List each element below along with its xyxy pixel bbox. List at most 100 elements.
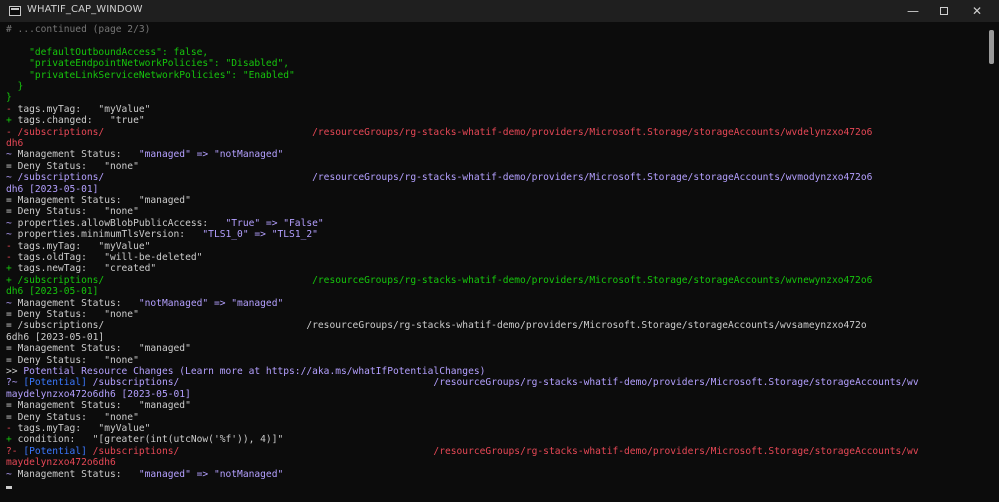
terminal-line: - tags.myTag: "myValue" [6,241,150,252]
terminal-text-segment: dh6 [2023-05-01] [6,183,99,195]
terminal-output[interactable]: # ...continued (page 2/3) "defaultOutbou… [0,22,985,502]
terminal-text-segment: "managed" => "notManaged" [138,149,284,161]
terminal-line: = Deny Status: "none" [6,161,139,172]
terminal-line: ~ properties.allowBlobPublicAccess: "Tru… [6,218,324,229]
terminal-text-segment: maydelynzxo472o6dh6 [6,457,116,469]
terminal-line: "defaultOutboundAccess": false, [6,47,208,58]
terminal-text-segment: /subscriptions/ /resourceGroups/rg-stack… [86,377,919,389]
maximize-button[interactable] [927,0,961,22]
terminal-text-segment: Deny Status: "none" [17,354,139,366]
terminal-text-segment: Management Status: [17,468,139,480]
terminal-text-segment: - [6,103,18,115]
terminal-text-segment: [Potential] [23,377,87,389]
terminal-text-segment: } [6,92,12,104]
terminal-text-segment: Management Status: [17,297,139,309]
terminal-text-segment: Management Status: "managed" [17,400,191,412]
terminal-line: + /subscriptions/ /resourceGroups/rg-sta… [6,275,872,286]
terminal-text-segment: + [6,434,18,446]
terminal-text-segment: dh6 [6,138,24,149]
terminal-text-segment: "managed" => "notManaged" [138,468,284,480]
terminal-line: ~ /subscriptions/ /resourceGroups/rg-sta… [6,172,872,183]
terminal-text-segment: /subscriptions/ /resourceGroups/rg-stack… [86,445,919,457]
terminal-text-segment: Deny Status: "none" [17,160,139,172]
terminal-line: - tags.myTag: "myValue" [6,423,150,434]
terminal-text-segment: # ...continued (page 2/3) [6,24,151,35]
terminal-text-segment: = [6,400,18,412]
terminal-line: + tags.changed: "true" [6,115,145,126]
close-button[interactable]: ✕ [960,0,994,22]
terminal-text-segment: maydelynzxo472o6dh6 [2023-05-01] [6,388,191,400]
terminal-line: "privateEndpointNetworkPolicies": "Disab… [6,58,289,69]
terminal-text-segment: "True" => "False" [225,217,324,229]
terminal-text-segment: = [6,160,18,172]
terminal-text-segment: - /subscriptions/ /resourceGroups/rg-sta… [6,126,873,138]
terminal-text-segment: ~ /subscriptions/ /resourceGroups/rg-sta… [6,172,873,184]
terminal-line: ?- [Potential] /subscriptions/ /resource… [6,446,919,457]
terminal-line: ~ Management Status: "managed" => "notMa… [6,149,283,160]
close-icon: ✕ [971,4,983,18]
terminal-text-segment: Management Status: "managed" [17,343,191,355]
text-cursor [6,486,12,489]
terminal-line: >> Potential Resource Changes (Learn mor… [6,366,485,377]
terminal-text-segment: "notManaged" => "managed" [138,297,284,309]
terminal-text-segment: "privateEndpointNetworkPolicies": "Disab… [6,58,290,70]
terminal-text-segment: } [6,81,24,92]
terminal-line: = Management Status: "managed" [6,400,191,411]
terminal-text-segment: - [6,423,18,434]
terminal-text-segment: = [6,195,18,206]
terminal-text-segment: ~ [6,468,18,480]
terminal-text-segment: Deny Status: "none" [17,206,139,218]
terminal-line: - /subscriptions/ /resourceGroups/rg-sta… [6,127,872,138]
terminal-line: - tags.myTag: "myValue" [6,104,150,115]
terminal-line: "privateLinkServiceNetworkPolicies": "En… [6,70,295,81]
minimize-icon: — [907,4,919,18]
terminal-text-segment: - [6,240,18,252]
terminal-line: ?~ [Potential] /subscriptions/ /resource… [6,377,919,388]
terminal-text-segment: = [6,354,18,366]
terminal-line: = Management Status: "managed" [6,195,191,206]
terminal-text-segment: 6dh6 [2023-05-01] [6,331,105,343]
terminal-line: + condition: "[greater(int(utcNow('%f'))… [6,434,283,445]
terminal-line: } [6,92,12,103]
terminal-text-segment: = [6,343,18,355]
vertical-scrollbar[interactable] [985,22,999,502]
terminal-text-segment: + [6,263,18,275]
terminal-line: dh6 [6,138,23,149]
terminal-text-segment: = [6,206,18,218]
window-title: WHATIF_CAP_WINDOW [27,4,143,15]
terminal-line: = Management Status: "managed" [6,343,191,354]
terminal-text-segment: ~ [6,149,18,161]
terminal-text-segment: - [6,252,18,263]
terminal-line: dh6 [2023-05-01] [6,286,98,297]
terminal-line: + tags.newTag: "created" [6,263,156,274]
terminal-text-segment: tags.myTag: "myValue" [17,240,151,252]
terminal-line: = Deny Status: "none" [6,355,139,366]
terminal-text-segment: + /subscriptions/ /resourceGroups/rg-sta… [6,274,873,286]
terminal-text-segment: Management Status: [17,149,139,161]
terminal-text-segment: tags.oldTag: "will-be-deleted" [17,252,203,263]
terminal-text-segment: Deny Status: "none" [17,411,139,423]
terminal-line: = Deny Status: "none" [6,412,139,423]
terminal-line: maydelynzxo472o6dh6 [6,457,116,468]
terminal-line: ~ Management Status: "notManaged" => "ma… [6,298,283,309]
terminal-text-segment: ?- [6,445,24,457]
maximize-icon [940,7,948,15]
terminal-line: # ...continued (page 2/3) [6,24,150,35]
terminal-icon [9,6,21,16]
terminal-text-segment: tags.myTag: "myValue" [17,423,151,434]
terminal-text-segment: Potential Resource Changes (Learn more a… [23,366,486,377]
terminal-text-segment: ~ [6,297,18,309]
terminal-text-segment: tags.myTag: "myValue" [17,103,151,115]
terminal-text-segment: tags.newTag: "created" [17,263,157,275]
terminal-text-segment: properties.minimumTlsVersion: [17,229,203,241]
scrollbar-thumb[interactable] [989,30,994,64]
terminal-text-segment: ~ [6,229,18,241]
terminal-text-segment: = [6,309,18,320]
terminal-line: maydelynzxo472o6dh6 [2023-05-01] [6,389,191,400]
terminal-text-segment: tags.changed: "true" [17,115,145,127]
terminal-line: ~ properties.minimumTlsVersion: "TLS1_0"… [6,229,318,240]
terminal-text-segment: = /subscriptions/ /resourceGroups/rg-sta… [6,320,867,332]
minimize-button[interactable]: — [896,0,930,22]
terminal-text-segment: properties.allowBlobPublicAccess: [17,217,226,229]
terminal-text-segment: Management Status: "managed" [17,195,191,206]
